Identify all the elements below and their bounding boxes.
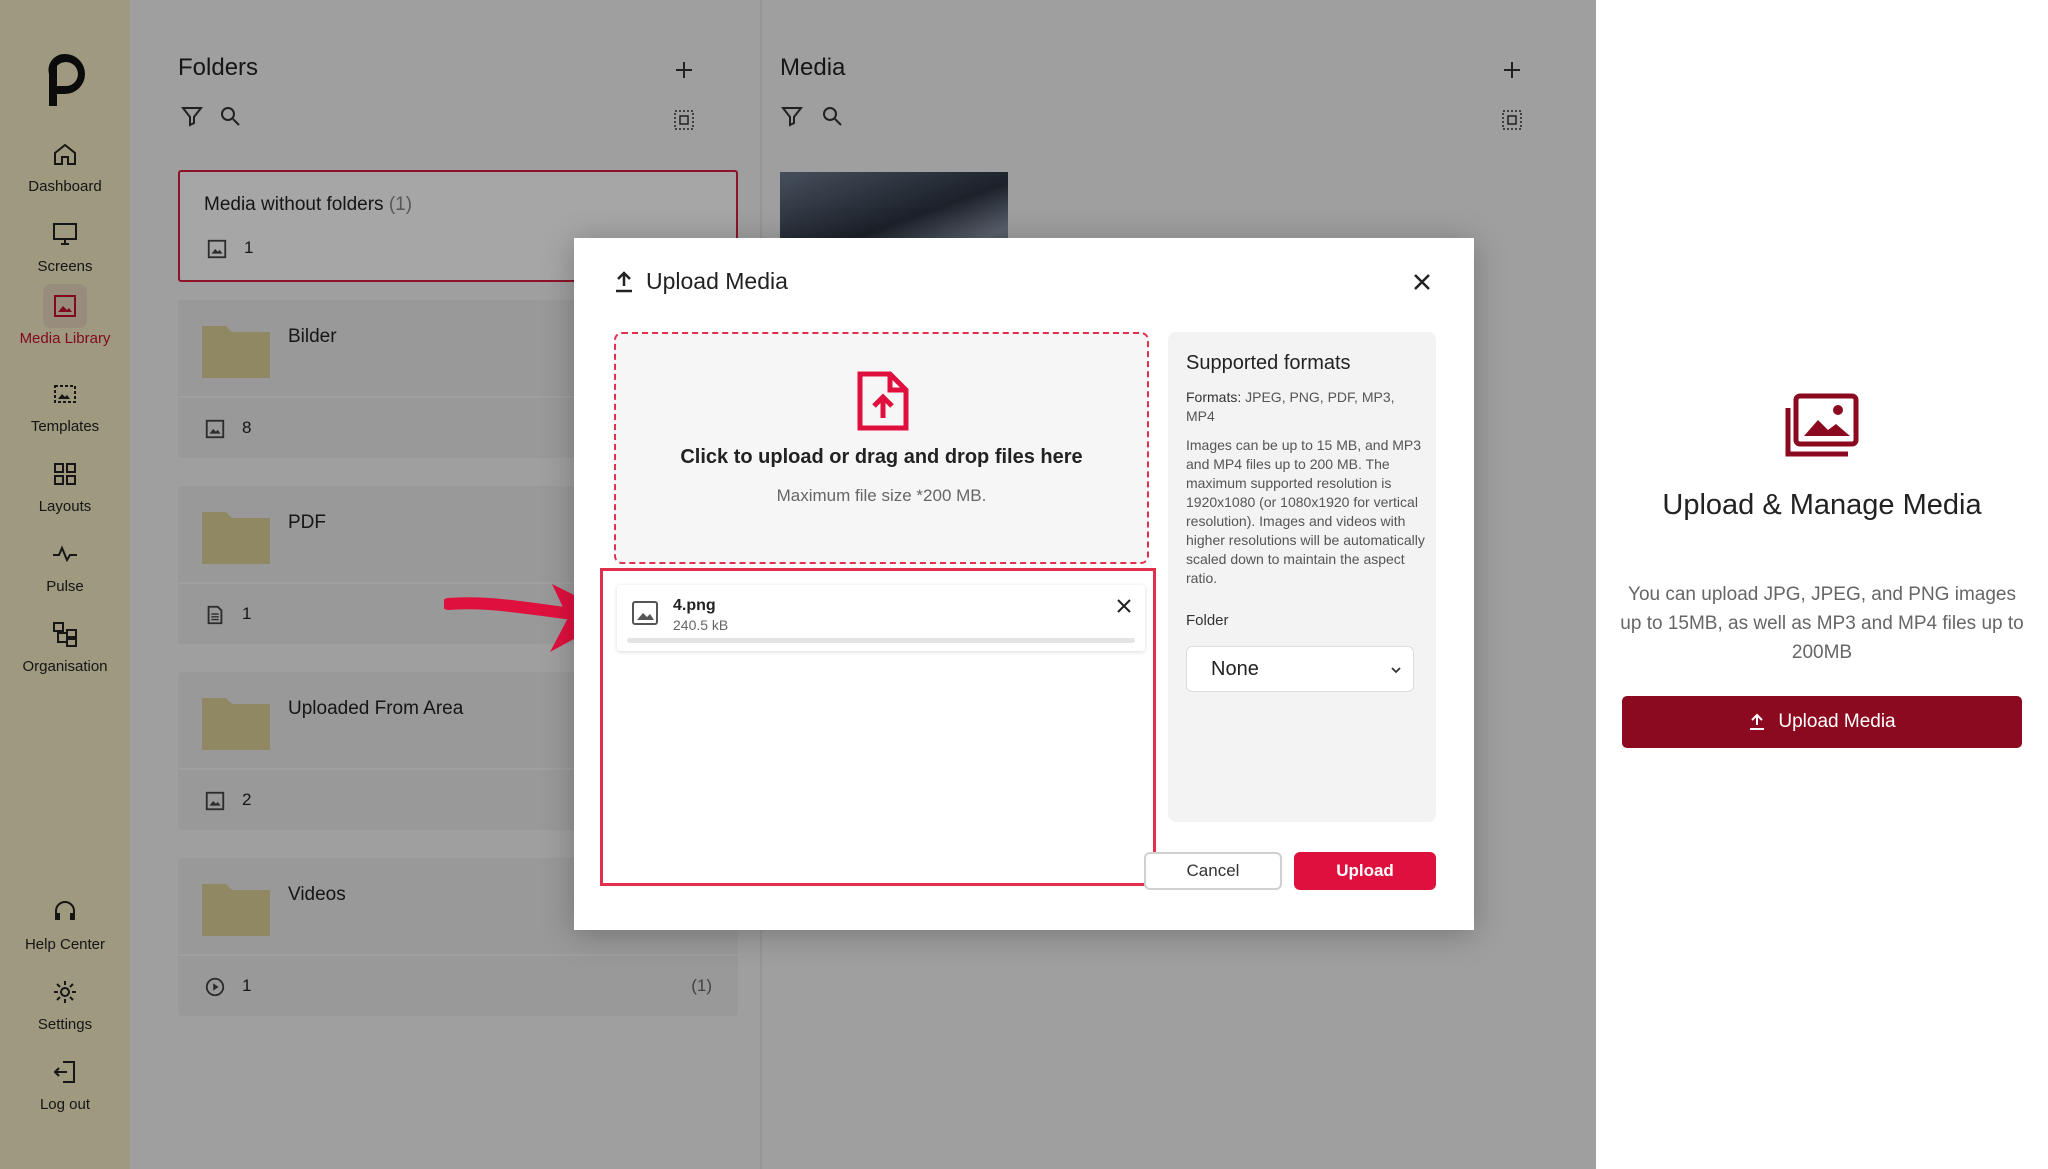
formats-list: Formats: JPEG, PNG, PDF, MP3, MP4 [1186, 389, 1395, 424]
file-upload-progress [627, 638, 1135, 643]
chevron-down-icon [1391, 667, 1401, 674]
file-upload-icon [857, 371, 909, 431]
upload-icon [616, 270, 632, 292]
dropzone-max-size: Maximum file size *200 MB. [776, 486, 987, 505]
folder-select-value: None [1211, 657, 1259, 680]
folder-label: Folder [1186, 612, 1229, 629]
upload-media-modal: Upload Media Click to upload or drag and… [574, 238, 1474, 930]
remove-file-icon[interactable] [1115, 597, 1133, 615]
empty-state-description: You can upload JPG, JPEG, and PNG images… [1620, 584, 2024, 663]
formats-description: Images can be up to 15 MB, and MP3 and M… [1186, 437, 1425, 586]
file-name: 4.png [673, 597, 716, 614]
dropzone-instructions: Click to upload or drag and drop files h… [680, 446, 1083, 468]
modal-title-text: Upload Media [646, 268, 788, 294]
formats-title: Supported formats [1186, 352, 1351, 374]
upload-media-button-label: Upload Media [1778, 711, 1896, 732]
cancel-button[interactable]: Cancel [1144, 852, 1282, 890]
file-item: 4.png 240.5 kB [617, 585, 1145, 651]
image-file-icon [632, 601, 658, 625]
supported-formats-panel: Supported formats Formats: JPEG, PNG, PD… [1168, 332, 1436, 822]
media-stack-icon [1785, 393, 1859, 457]
upload-button[interactable]: Upload [1294, 852, 1436, 890]
file-size: 240.5 kB [673, 617, 729, 633]
folder-select[interactable]: None [1186, 646, 1414, 692]
file-dropzone[interactable]: Click to upload or drag and drop files h… [614, 332, 1149, 564]
empty-state-title: Upload & Manage Media [1662, 489, 1982, 521]
selected-files-list: 4.png 240.5 kB [600, 568, 1156, 886]
upload-media-button[interactable]: Upload Media [1622, 696, 2022, 748]
modal-title: Upload Media [614, 268, 788, 295]
close-icon[interactable] [1410, 270, 1434, 294]
upload-icon [1750, 713, 1765, 730]
